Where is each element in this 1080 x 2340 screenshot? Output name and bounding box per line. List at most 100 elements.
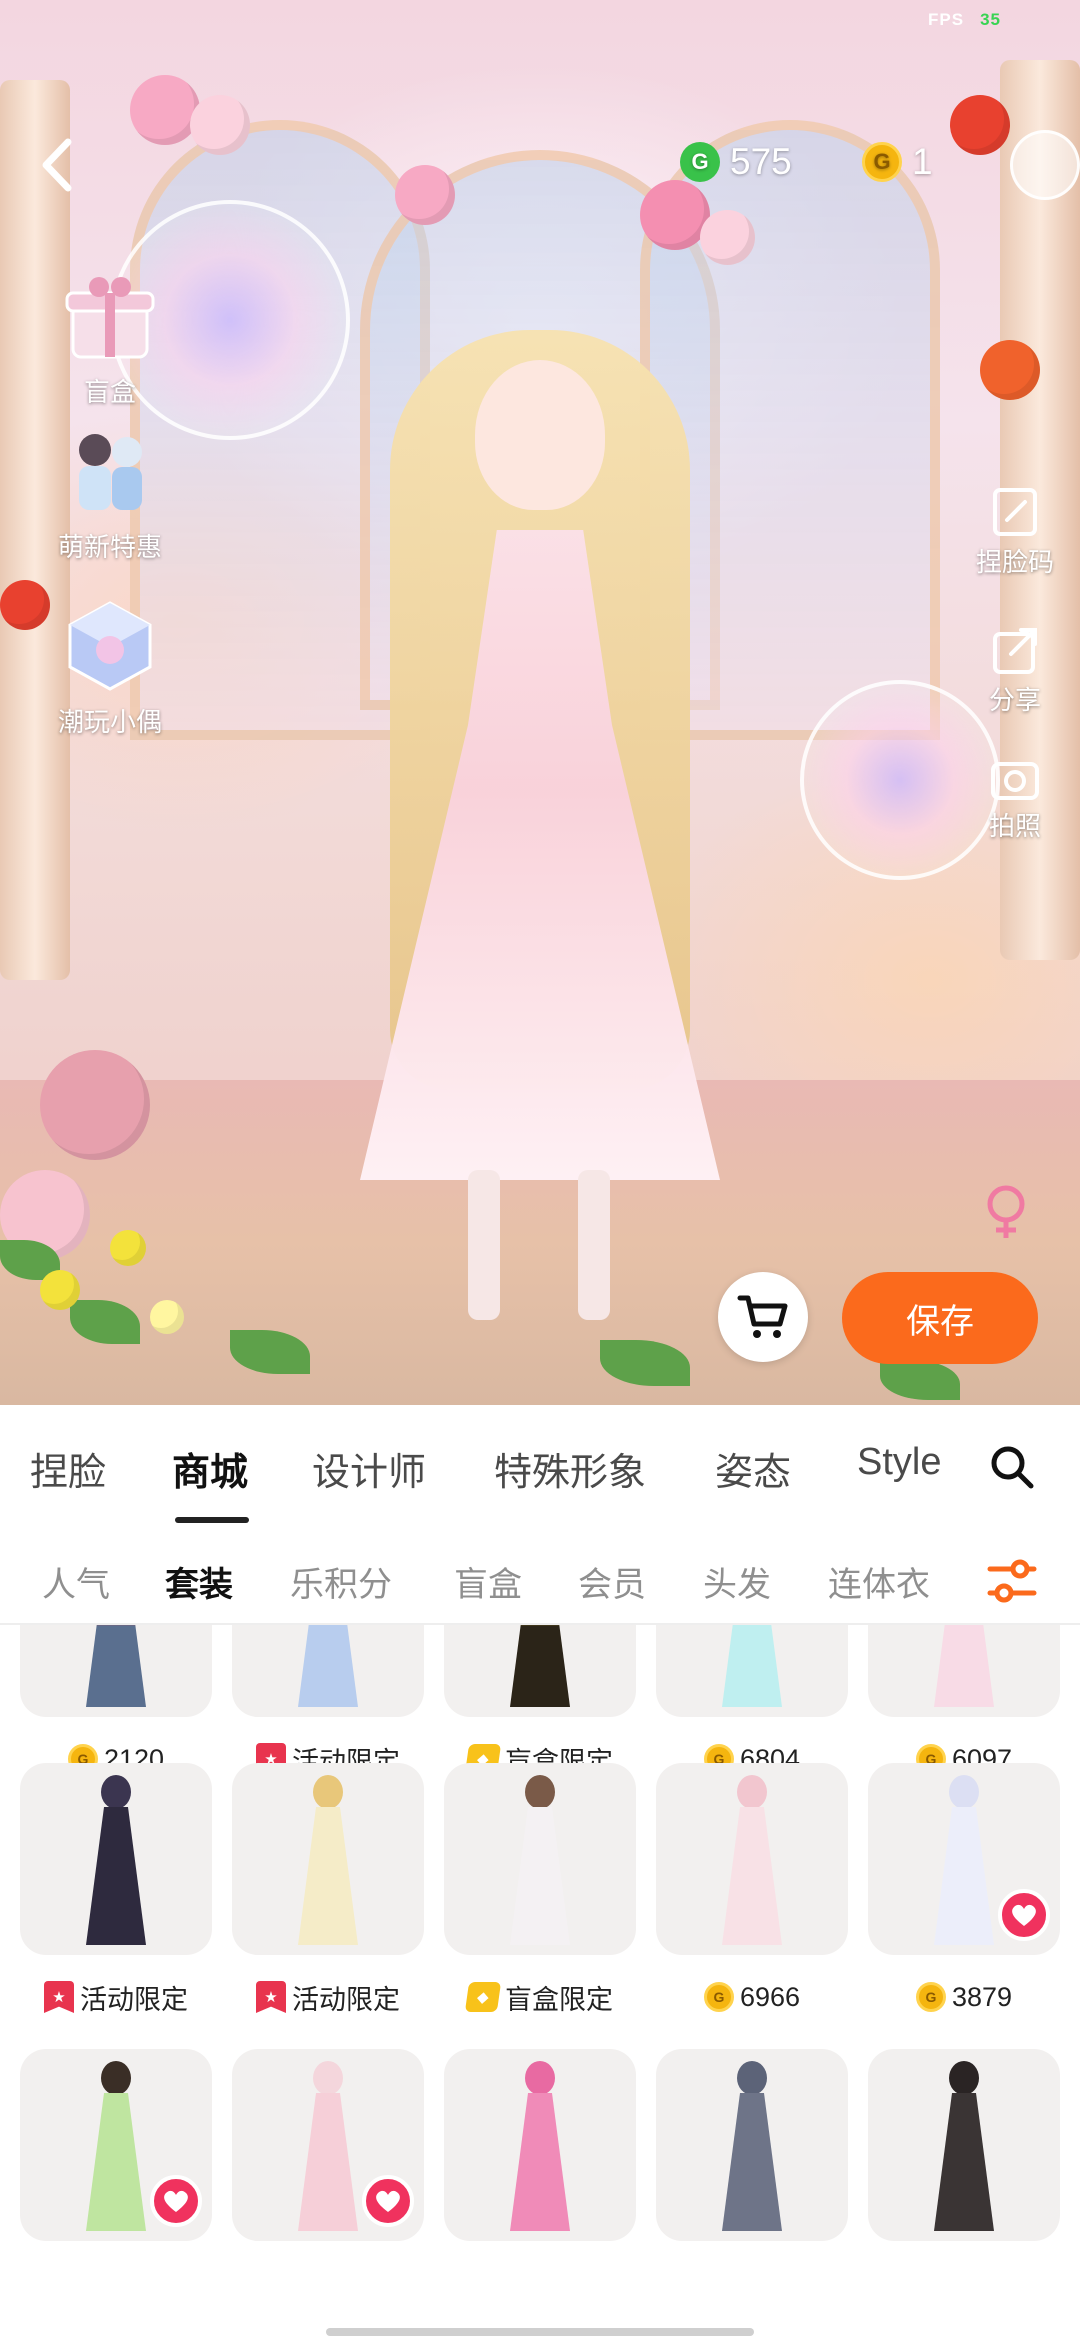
rose-decoration	[130, 75, 200, 145]
subtab-member[interactable]: 会员	[578, 1557, 646, 1606]
photo-label: 拍照	[988, 811, 1041, 841]
outfit-item[interactable]: ◆ 盲盒限定	[444, 1625, 636, 1779]
outfit-item[interactable]: G 2120	[20, 1625, 212, 1779]
tab-special-avatar[interactable]: 特殊形象	[494, 1441, 646, 1496]
heart-icon	[164, 2190, 188, 2212]
outfit-thumbnail	[232, 1763, 424, 1955]
add-currency-button[interactable]	[1010, 130, 1080, 200]
outfit-item[interactable]: G 6966	[656, 1763, 848, 2017]
outfit-figure	[293, 1775, 363, 1945]
edit-code-icon	[993, 488, 1037, 536]
fps-value: 35	[980, 10, 1001, 29]
outfit-item[interactable]: ★ 活动限定	[232, 1625, 424, 1779]
outfit-figure	[293, 2061, 363, 2231]
outfit-item[interactable]: G 3879	[868, 1763, 1060, 2017]
price-value: 盲盒限定	[505, 1984, 613, 2015]
outfit-figure	[505, 1625, 575, 1707]
price-value: 活动限定	[80, 1984, 188, 2015]
avatar-face	[475, 360, 605, 510]
outfit-item[interactable]	[20, 2049, 212, 2241]
gold-currency[interactable]: G 1	[862, 136, 933, 188]
back-button[interactable]	[28, 130, 88, 200]
tab-pose[interactable]: 姿态	[715, 1441, 791, 1496]
shop-panel: 捏脸 商城 设计师 特殊形象 姿态 Style 人气 套装 乐积分 盲盒 会员 …	[0, 1405, 1080, 2340]
tab-face[interactable]: 捏脸	[30, 1441, 106, 1496]
outfit-figure	[717, 1625, 787, 1707]
event-limited-icon: ★	[256, 1981, 286, 2013]
flower-decoration	[40, 1270, 80, 1310]
camera-icon	[991, 762, 1039, 800]
outfit-figure	[505, 1775, 575, 1945]
outfit-item[interactable]: ★ 活动限定	[232, 1763, 424, 2017]
outfit-figure	[717, 1775, 787, 1945]
save-button[interactable]: 保存	[842, 1272, 1038, 1364]
cart-button[interactable]	[718, 1272, 808, 1362]
avatar-leg	[578, 1170, 610, 1320]
tab-style[interactable]: Style	[857, 1441, 941, 1484]
gold-coin-icon: G	[862, 142, 902, 182]
outfit-figure	[81, 1775, 151, 1945]
outfit-item[interactable]: ★ 活动限定	[20, 1763, 212, 2017]
share-button[interactable]: 分享	[960, 620, 1070, 717]
face-code-button[interactable]: 捏脸码	[960, 482, 1070, 579]
outfit-figure	[505, 2061, 575, 2231]
gold-coin-icon: G	[703, 1982, 734, 2012]
outfit-thumbnail	[868, 2049, 1060, 2241]
green-currency-value: 575	[730, 141, 792, 182]
outfit-price: ★ 活动限定	[20, 1977, 212, 2017]
subtab-popular[interactable]: 人气	[42, 1557, 110, 1606]
favorite-button[interactable]	[150, 2175, 202, 2227]
left-menu-label: 萌新特惠	[57, 532, 162, 562]
left-menu-label: 潮玩小偶	[57, 707, 162, 737]
flower-decoration	[110, 1230, 146, 1266]
outfit-item[interactable]: G 6804	[656, 1625, 848, 1779]
left-menu-newbie-deal[interactable]: 萌新特惠	[40, 420, 180, 564]
subtab-jumpsuit[interactable]: 连体衣	[828, 1557, 930, 1606]
outfit-item[interactable]	[656, 2049, 848, 2241]
price-value: 活动限定	[292, 1984, 400, 2015]
outfit-figure	[81, 2061, 151, 2231]
outfit-figure	[81, 1625, 151, 1707]
tab-designer[interactable]: 设计师	[312, 1441, 426, 1496]
green-currency[interactable]: G 575	[680, 136, 792, 188]
heart-icon	[376, 2190, 400, 2212]
photo-button[interactable]: 拍照	[960, 752, 1070, 843]
outfit-figure	[929, 1625, 999, 1707]
subtab-points[interactable]: 乐积分	[290, 1557, 392, 1606]
outfit-thumbnail	[20, 1763, 212, 1955]
avatar-character[interactable]	[300, 300, 780, 1340]
search-button[interactable]	[988, 1443, 1036, 1491]
subtab-outfit[interactable]: 套装	[165, 1557, 233, 1606]
home-indicator[interactable]	[326, 2328, 754, 2336]
outfit-figure	[929, 2061, 999, 2231]
outfit-thumbnail	[868, 1625, 1060, 1717]
outfit-item[interactable]: G 6097	[868, 1625, 1060, 1779]
filter-button[interactable]	[986, 1555, 1038, 1607]
outfit-thumbnail	[868, 1763, 1060, 1955]
chevron-left-icon	[42, 138, 72, 192]
fps-label: FPS	[928, 10, 965, 29]
left-menu-trendy-doll[interactable]: 潮玩小偶	[40, 595, 180, 739]
rose-decoration	[980, 340, 1040, 400]
favorite-button[interactable]	[362, 2175, 414, 2227]
outfit-item[interactable]: ◆ 盲盒限定	[444, 1763, 636, 2017]
left-menu-label: 盲盒	[83, 377, 136, 407]
gender-icon	[987, 1185, 1025, 1238]
outfit-thumbnail	[232, 1625, 424, 1717]
blind-box-limited-icon: ◆	[464, 1982, 502, 2012]
outfit-item[interactable]	[444, 2049, 636, 2241]
tab-shop[interactable]: 商城	[172, 1441, 248, 1496]
left-menu-blind-box[interactable]: 盲盒	[40, 265, 180, 409]
outfit-figure	[929, 1775, 999, 1945]
share-icon	[993, 628, 1037, 674]
gender-button[interactable]	[978, 1180, 1038, 1244]
fps-indicator: FPS 35	[928, 10, 1001, 30]
gold-currency-value: 1	[912, 141, 933, 182]
rose-decoration	[950, 95, 1010, 155]
outfit-figure	[717, 2061, 787, 2231]
outfit-item[interactable]	[232, 2049, 424, 2241]
subtab-hair[interactable]: 头发	[703, 1557, 771, 1606]
subtab-blind-box[interactable]: 盲盒	[454, 1557, 522, 1606]
outfit-item[interactable]	[868, 2049, 1060, 2241]
favorite-button[interactable]	[998, 1889, 1050, 1941]
